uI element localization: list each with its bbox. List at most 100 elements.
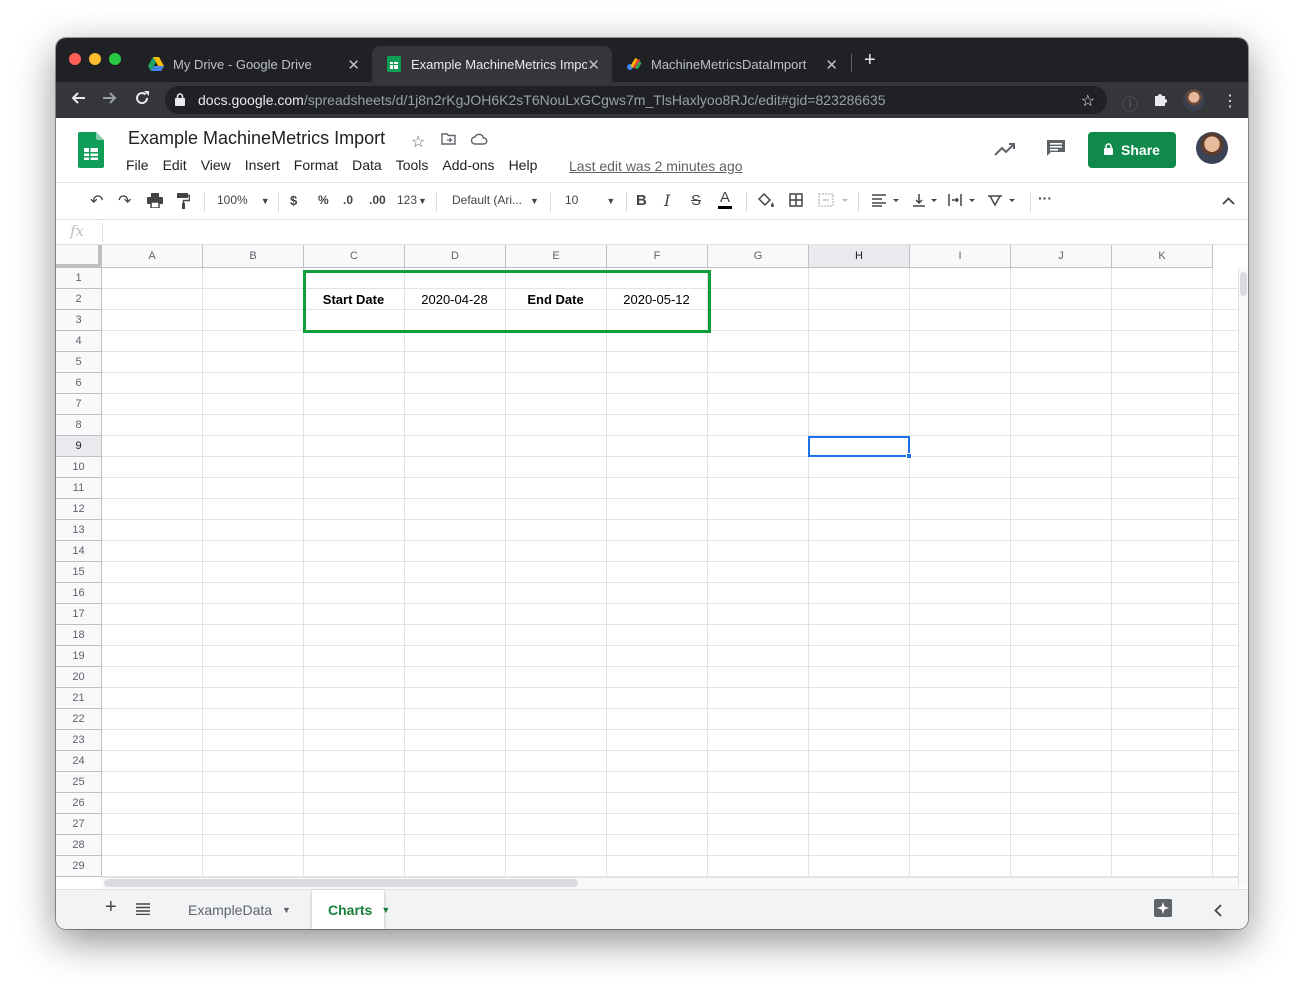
column-header-f[interactable]: F <box>607 245 708 268</box>
text-rotation-icon[interactable] <box>986 193 1018 210</box>
kebab-menu-icon[interactable]: ⋮ <box>1222 91 1238 111</box>
percent-format-button[interactable]: % <box>318 193 329 207</box>
column-header-k[interactable]: K <box>1112 245 1213 268</box>
row-header-29[interactable]: 29 <box>56 856 102 877</box>
redo-icon[interactable]: ↷ <box>118 191 131 211</box>
row-header-16[interactable]: 16 <box>56 583 102 604</box>
info-icon[interactable]: ⓘ <box>1122 91 1138 115</box>
column-header-i[interactable]: I <box>910 245 1011 268</box>
menu-add-ons[interactable]: Add-ons <box>442 157 494 173</box>
cloud-status-icon[interactable] <box>470 132 488 150</box>
row-header-28[interactable]: 28 <box>56 835 102 856</box>
decrease-decimal-button[interactable]: .0 <box>343 193 353 207</box>
vertical-scrollbar[interactable] <box>1238 268 1248 887</box>
side-panel-chevron-left-icon[interactable] <box>1214 902 1222 922</box>
collapse-chevron-up-icon[interactable] <box>1222 192 1235 208</box>
horizontal-align-icon[interactable] <box>871 193 901 210</box>
italic-button[interactable]: I <box>664 191 670 210</box>
number-format-select[interactable]: 123▼ <box>397 193 427 207</box>
increase-decimal-button[interactable]: .00 <box>369 193 386 207</box>
row-header-25[interactable]: 25 <box>56 772 102 793</box>
column-header-g[interactable]: G <box>708 245 809 268</box>
sheets-logo-icon[interactable] <box>78 132 104 168</box>
row-header-6[interactable]: 6 <box>56 373 102 394</box>
more-options-button[interactable]: ··· <box>1038 190 1052 206</box>
omnibox[interactable]: docs.google.com/spreadsheets/d/1j8n2rKgJ… <box>165 86 1107 114</box>
sheet-menu-caret-icon[interactable]: ▼ <box>282 905 291 915</box>
comments-icon[interactable] <box>1046 139 1066 163</box>
row-header-5[interactable]: 5 <box>56 352 102 373</box>
row-header-27[interactable]: 27 <box>56 814 102 835</box>
paint-format-icon[interactable] <box>177 193 191 212</box>
sheet-tab-exampledata[interactable]: ExampleData ▼ <box>172 890 307 929</box>
reload-icon[interactable] <box>134 90 150 111</box>
row-header-7[interactable]: 7 <box>56 394 102 415</box>
column-header-b[interactable]: B <box>203 245 304 268</box>
column-header-a[interactable]: A <box>102 245 203 268</box>
currency-format-button[interactable]: $ <box>290 193 297 208</box>
row-header-3[interactable]: 3 <box>56 310 102 331</box>
menu-data[interactable]: Data <box>352 157 382 173</box>
row-header-14[interactable]: 14 <box>56 541 102 562</box>
formula-bar[interactable]: fx <box>56 220 1248 245</box>
sheet-menu-caret-icon[interactable]: ▼ <box>381 905 390 915</box>
print-icon[interactable] <box>147 193 163 211</box>
tab-close-icon[interactable]: ✕ <box>825 56 838 74</box>
browser-tab-apps-script[interactable]: MachineMetricsDataImport ✕ <box>612 46 850 82</box>
menu-insert[interactable]: Insert <box>245 157 280 173</box>
fill-handle[interactable] <box>906 453 912 459</box>
menu-file[interactable]: File <box>126 157 149 173</box>
borders-icon[interactable] <box>789 193 803 210</box>
font-family-select[interactable]: Default (Ari... ▼ <box>452 193 539 207</box>
row-header-26[interactable]: 26 <box>56 793 102 814</box>
sheet-tab-charts[interactable]: Charts ▼ <box>312 890 390 929</box>
row-header-20[interactable]: 20 <box>56 667 102 688</box>
explore-icon[interactable] <box>1154 899 1172 922</box>
zoom-select[interactable]: 100% ▼ <box>217 193 270 207</box>
all-sheets-list-icon[interactable] <box>136 900 150 920</box>
extensions-puzzle-icon[interactable] <box>1153 91 1169 112</box>
row-header-18[interactable]: 18 <box>56 625 102 646</box>
add-sheet-plus-icon[interactable]: + <box>105 896 117 919</box>
row-header-11[interactable]: 11 <box>56 478 102 499</box>
strikethrough-button[interactable]: S <box>691 192 701 209</box>
new-tab-plus-icon[interactable]: + <box>864 50 876 70</box>
column-header-h[interactable]: H <box>809 245 910 268</box>
font-size-select[interactable]: 10 ▼ <box>565 193 615 207</box>
menu-view[interactable]: View <box>201 157 231 173</box>
row-header-24[interactable]: 24 <box>56 751 102 772</box>
menu-format[interactable]: Format <box>294 157 338 173</box>
vertical-align-icon[interactable] <box>912 193 940 210</box>
row-header-21[interactable]: 21 <box>56 688 102 709</box>
column-header-j[interactable]: J <box>1011 245 1112 268</box>
text-color-button[interactable]: A <box>718 190 733 209</box>
fill-color-icon[interactable] <box>757 192 775 211</box>
browser-tab-sheets[interactable]: Example MachineMetrics Impor ✕ <box>372 46 612 82</box>
row-header-15[interactable]: 15 <box>56 562 102 583</box>
account-avatar[interactable] <box>1196 132 1228 164</box>
active-cell-selection[interactable] <box>808 436 910 457</box>
move-folder-icon[interactable] <box>441 132 456 150</box>
row-header-12[interactable]: 12 <box>56 499 102 520</box>
spreadsheet-grid[interactable]: ABCDEFGHIJK 1 2 3 4 5 6 7 8 9 10 11 12 13 14 15 16 17 18 1… <box>56 245 1248 887</box>
back-arrow-icon[interactable] <box>70 90 86 111</box>
row-header-1[interactable]: 1 <box>56 268 102 289</box>
row-header-17[interactable]: 17 <box>56 604 102 625</box>
menu-tools[interactable]: Tools <box>396 157 429 173</box>
undo-icon[interactable]: ↶ <box>90 191 103 211</box>
share-button[interactable]: Share <box>1088 132 1176 168</box>
bold-button[interactable]: B <box>636 192 647 209</box>
row-header-23[interactable]: 23 <box>56 730 102 751</box>
browser-tab-drive[interactable]: My Drive - Google Drive ✕ <box>134 46 372 82</box>
row-header-19[interactable]: 19 <box>56 646 102 667</box>
column-header-e[interactable]: E <box>506 245 607 268</box>
row-header-9[interactable]: 9 <box>56 436 102 457</box>
tab-close-icon[interactable]: ✕ <box>587 56 600 74</box>
tab-close-icon[interactable]: ✕ <box>347 56 360 74</box>
horizontal-scroll-thumb[interactable] <box>104 879 578 887</box>
row-header-22[interactable]: 22 <box>56 709 102 730</box>
row-header-2[interactable]: 2 <box>56 289 102 310</box>
url-text[interactable]: docs.google.com/spreadsheets/d/1j8n2rKgJ… <box>198 92 886 108</box>
last-edit-link[interactable]: Last edit was 2 minutes ago <box>569 158 743 174</box>
text-wrapping-icon[interactable] <box>948 193 978 210</box>
